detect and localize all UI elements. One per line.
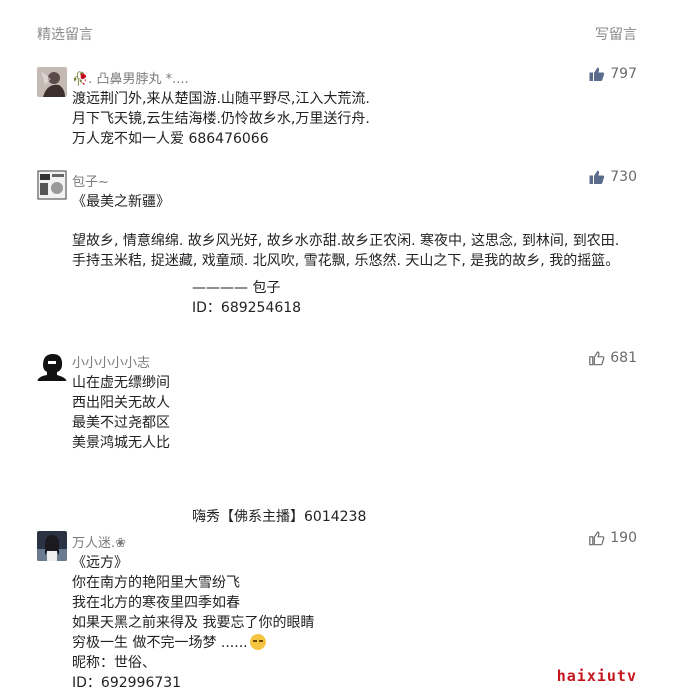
avatar[interactable] [37, 170, 67, 200]
comment-line: 山在虚无缥缈间 [72, 375, 170, 391]
comment-line: 我在北方的寒夜里四季如春 [72, 595, 240, 611]
comment-id: ID：689254618 [192, 300, 302, 316]
sad-face-emoji-icon [249, 634, 266, 650]
comment-content: 山在虚无缥缈间 西出阳关无故人 最美不过尧都区 美景鸿城无人比 嗨秀【佛系主播】… [72, 373, 632, 527]
comment-line: 西出阳关无故人 [72, 395, 170, 411]
like-button[interactable]: 681 [589, 350, 637, 366]
comment-nickname[interactable]: 小小小小小志 [72, 352, 150, 371]
comment-content: 渡远荆门外,来从楚国游.山随平野尽,江入大荒流. 月下飞天镜,云生结海楼.仍怜故… [72, 89, 632, 149]
comment-signature: ———— 包子 [192, 280, 281, 296]
like-count: 730 [610, 169, 637, 185]
write-comment-link[interactable]: 写留言 [595, 24, 637, 44]
like-button[interactable]: 190 [589, 530, 637, 546]
section-title: 精选留言 [37, 27, 93, 43]
comment-title: 《最美之新疆》 [72, 194, 170, 210]
like-count: 681 [610, 350, 637, 366]
comment-content: 《远方》 你在南方的艳阳里大雪纷飞 我在北方的寒夜里四季如春 如果天黑之前来得及… [72, 553, 632, 693]
comment-line: 你在南方的艳阳里大雪纷飞 [72, 575, 240, 591]
comment-line: ID：692996731 [72, 675, 182, 691]
comment-line: 万人宠不如一人爱 686476066 [72, 131, 269, 147]
like-count: 190 [610, 530, 637, 546]
like-count: 797 [610, 66, 637, 82]
comment-nickname[interactable]: 包子~ [72, 171, 109, 190]
like-button[interactable]: 730 [589, 169, 637, 185]
comment-line: 《远方》 [72, 555, 128, 571]
comment-line: 穷极一生 做不完一场梦 ...... [72, 635, 248, 651]
comment-line-with-emoji: 穷极一生 做不完一场梦 ...... [72, 633, 632, 653]
avatar[interactable] [37, 351, 67, 381]
thumbs-up-outline-icon [589, 351, 605, 366]
comment-paragraph: 望故乡, 情意绵绵. 故乡风光好, 故乡水亦甜.故乡正农闲. 寒夜中, 这思念,… [72, 233, 620, 269]
comment-line: 月下飞天镜,云生结海楼.仍怜故乡水,万里送行舟. [72, 111, 370, 127]
comment-nickname[interactable]: 万人迷.❀ [72, 532, 126, 551]
comment-signature: 嗨秀【佛系主播】6014238 [192, 509, 367, 525]
avatar[interactable] [37, 67, 67, 97]
like-button[interactable]: 797 [589, 66, 637, 82]
comment-content: 《最美之新疆》 望故乡, 情意绵绵. 故乡风光好, 故乡水亦甜.故乡正农闲. 寒… [72, 192, 632, 318]
comment-line: 如果天黑之前来得及 我要忘了你的眼睛 [72, 615, 315, 631]
comments-header: 精选留言 写留言 [0, 0, 673, 56]
comment-nickname[interactable]: 🥀. 凸鼻男脖丸 *.... [72, 68, 189, 87]
thumbs-up-filled-icon [589, 67, 605, 81]
avatar[interactable] [37, 531, 67, 561]
comment-line: 昵称：世俗、 [72, 655, 156, 671]
thumbs-up-outline-icon [589, 531, 605, 546]
comment-line: 美景鸿城无人比 [72, 435, 170, 451]
comment-line: 最美不过尧都区 [72, 415, 170, 431]
watermark: haixiutv [556, 667, 637, 685]
thumbs-up-filled-icon [589, 170, 605, 184]
comment-line: 渡远荆门外,来从楚国游.山随平野尽,江入大荒流. [72, 91, 370, 107]
